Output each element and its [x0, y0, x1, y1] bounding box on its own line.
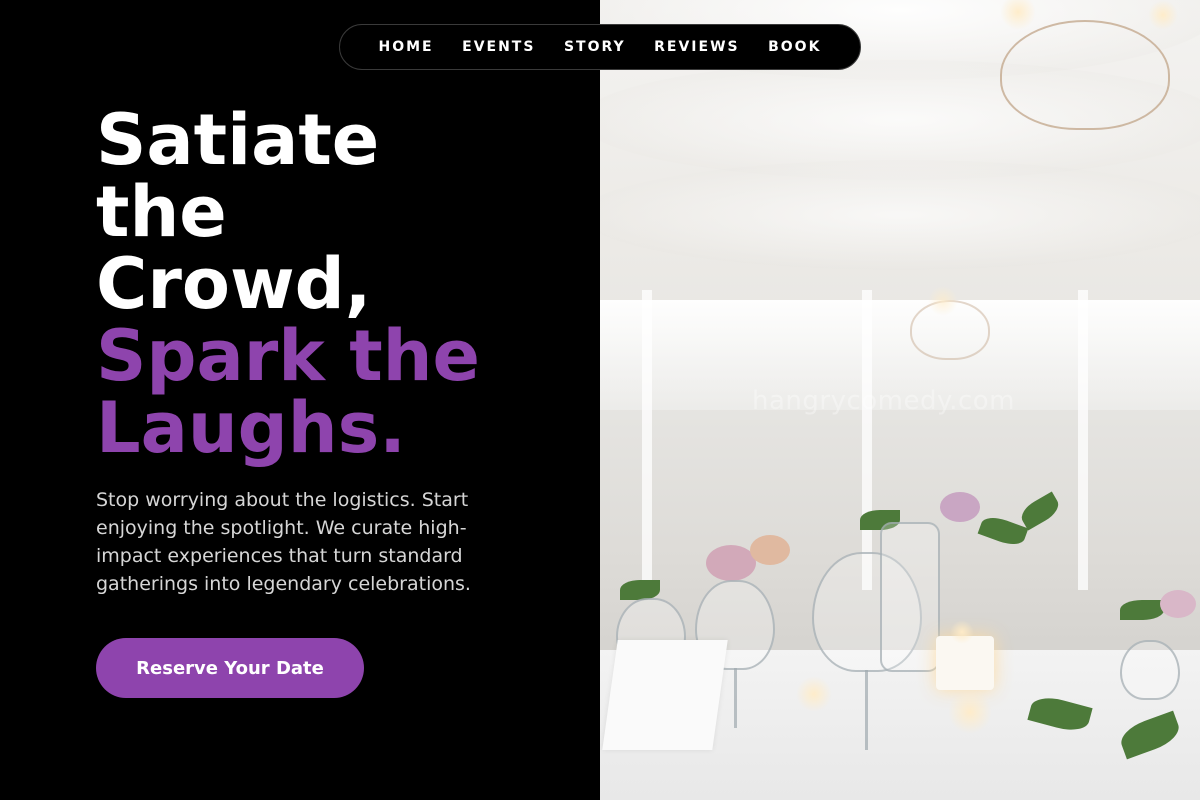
- headline-accent-line: Laughs.: [96, 387, 406, 469]
- tent-pole: [1078, 290, 1088, 590]
- salt-shaker-icon: [1120, 640, 1180, 700]
- hero-headline: Satiate the Crowd, Spark the Laughs.: [96, 104, 566, 464]
- leaf-shape: [1120, 600, 1164, 620]
- nav-reviews[interactable]: REVIEWS: [654, 39, 739, 55]
- light-glow: [950, 620, 974, 644]
- leaf-shape: [620, 580, 660, 600]
- flower-icon: [940, 492, 980, 522]
- headline-line: Satiate: [96, 99, 380, 181]
- flower-icon: [1160, 590, 1196, 618]
- nav-book[interactable]: BOOK: [768, 39, 821, 55]
- light-glow: [928, 286, 958, 316]
- main-nav: HOME EVENTS STORY REVIEWS BOOK: [339, 24, 861, 70]
- tent-pole: [862, 290, 872, 590]
- light-glow: [948, 690, 992, 734]
- nav-story[interactable]: STORY: [564, 39, 626, 55]
- leaf-shape: [1017, 491, 1063, 531]
- hero-description: Stop worrying about the logistics. Start…: [96, 489, 471, 595]
- candle-icon: [936, 636, 994, 690]
- napkin-shape: [602, 640, 728, 750]
- glass-stem: [865, 670, 868, 750]
- headline-accent-line: Spark the: [96, 315, 480, 397]
- headline-line: the: [96, 171, 227, 253]
- headline-line: Crowd,: [96, 243, 372, 325]
- flower-icon: [750, 535, 790, 565]
- chandelier-icon: [1000, 20, 1170, 130]
- carafe-icon: [880, 522, 940, 672]
- glass-stem: [734, 668, 737, 728]
- tent-pole: [642, 290, 652, 590]
- light-glow: [796, 676, 832, 712]
- watermark: hangrycomedy.com: [752, 386, 1015, 416]
- light-glow: [1148, 0, 1178, 30]
- reserve-date-button[interactable]: Reserve Your Date: [96, 638, 364, 698]
- drape-shape: [600, 160, 1200, 270]
- flower-icon: [706, 545, 756, 581]
- nav-events[interactable]: EVENTS: [462, 39, 535, 55]
- nav-home[interactable]: HOME: [379, 39, 434, 55]
